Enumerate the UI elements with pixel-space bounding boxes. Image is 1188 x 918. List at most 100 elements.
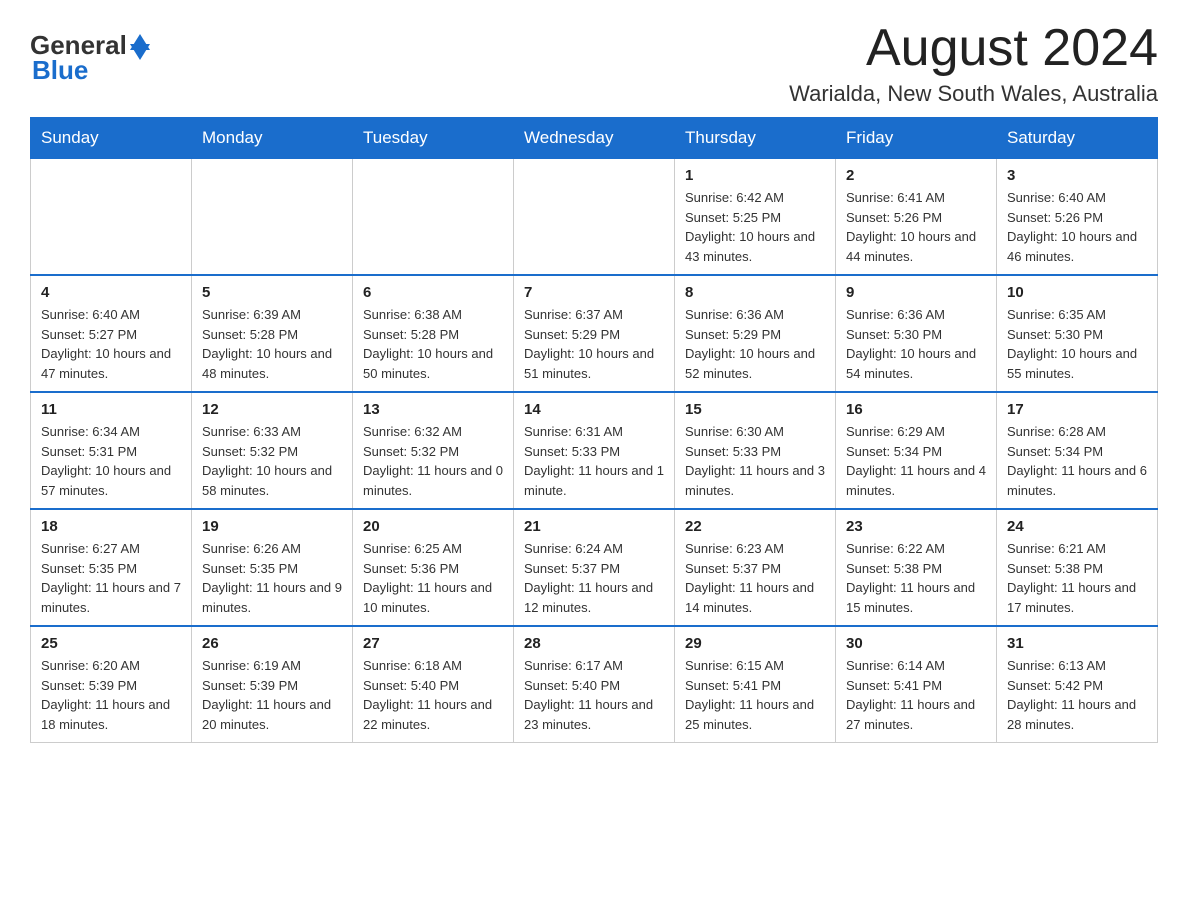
calendar-cell — [514, 159, 675, 276]
calendar-cell: 31 Sunrise: 6:13 AMSunset: 5:42 PMDayligh… — [997, 626, 1158, 743]
day-number: 27 — [363, 635, 503, 652]
location-subtitle: Warialda, New South Wales, Australia — [789, 81, 1158, 107]
day-number: 14 — [524, 401, 664, 418]
calendar-cell: 17Sunrise: 6:28 AMSunset: 5:34 PMDayligh… — [997, 392, 1158, 509]
day-number: 25 — [41, 635, 181, 652]
day-number: 19 — [202, 518, 342, 535]
day-info: Sunrise: 6:23 AMSunset: 5:37 PMDaylight:… — [685, 539, 825, 617]
day-number: 16 — [846, 401, 986, 418]
column-header-saturday: Saturday — [997, 118, 1158, 159]
day-number: 3 — [1007, 167, 1147, 184]
day-number: 12 — [202, 401, 342, 418]
calendar-cell: 10Sunrise: 6:35 AMSunset: 5:30 PMDayligh… — [997, 275, 1158, 392]
day-info: Sunrise: 6:13 AMSunset: 5:42 PMDaylight:… — [1007, 656, 1147, 734]
day-info: Sunrise: 6:40 AMSunset: 5:27 PMDaylight:… — [41, 305, 181, 383]
calendar-body: 1Sunrise: 6:42 AMSunset: 5:25 PMDaylight… — [31, 159, 1158, 743]
day-info: Sunrise: 6:17 AMSunset: 5:40 PMDaylight:… — [524, 656, 664, 734]
day-info: Sunrise: 6:34 AMSunset: 5:31 PMDaylight:… — [41, 422, 181, 500]
calendar-cell: 16Sunrise: 6:29 AMSunset: 5:34 PMDayligh… — [836, 392, 997, 509]
column-header-wednesday: Wednesday — [514, 118, 675, 159]
calendar-cell: 20 Sunrise: 6:25 AMSunset: 5:36 PMDayligh… — [353, 509, 514, 626]
day-number: 5 — [202, 284, 342, 301]
calendar-cell: 22 Sunrise: 6:23 AMSunset: 5:37 PMDayligh… — [675, 509, 836, 626]
calendar-cell: 14 Sunrise: 6:31 AMSunset: 5:33 PMDayligh… — [514, 392, 675, 509]
day-number: 22 — [685, 518, 825, 535]
week-row-4: 18 Sunrise: 6:27 AMSunset: 5:35 PMDayligh… — [31, 509, 1158, 626]
calendar-cell: 5 Sunrise: 6:39 AMSunset: 5:28 PMDaylight… — [192, 275, 353, 392]
calendar-cell: 25 Sunrise: 6:20 AMSunset: 5:39 PMDayligh… — [31, 626, 192, 743]
day-number: 13 — [363, 401, 503, 418]
day-info: Sunrise: 6:36 AMSunset: 5:30 PMDaylight:… — [846, 305, 986, 383]
calendar-cell: 21 Sunrise: 6:24 AMSunset: 5:37 PMDayligh… — [514, 509, 675, 626]
calendar-header-row: SundayMondayTuesdayWednesdayThursdayFrid… — [31, 118, 1158, 159]
column-header-sunday: Sunday — [31, 118, 192, 159]
day-info: Sunrise: 6:15 AMSunset: 5:41 PMDaylight:… — [685, 656, 825, 734]
day-number: 18 — [41, 518, 181, 535]
day-number: 30 — [846, 635, 986, 652]
week-row-2: 4 Sunrise: 6:40 AMSunset: 5:27 PMDaylight… — [31, 275, 1158, 392]
month-title: August 2024 — [789, 20, 1158, 77]
day-info: Sunrise: 6:24 AMSunset: 5:37 PMDaylight:… — [524, 539, 664, 617]
column-header-monday: Monday — [192, 118, 353, 159]
calendar-cell: 9 Sunrise: 6:36 AMSunset: 5:30 PMDaylight… — [836, 275, 997, 392]
day-number: 9 — [846, 284, 986, 301]
day-info: Sunrise: 6:32 AMSunset: 5:32 PMDaylight:… — [363, 422, 503, 500]
day-info: Sunrise: 6:33 AMSunset: 5:32 PMDaylight:… — [202, 422, 342, 500]
calendar-cell: 2 Sunrise: 6:41 AMSunset: 5:26 PMDaylight… — [836, 159, 997, 276]
calendar-cell: 28 Sunrise: 6:17 AMSunset: 5:40 PMDayligh… — [514, 626, 675, 743]
calendar-cell: 24Sunrise: 6:21 AMSunset: 5:38 PMDayligh… — [997, 509, 1158, 626]
calendar-cell: 3Sunrise: 6:40 AMSunset: 5:26 PMDaylight… — [997, 159, 1158, 276]
day-info: Sunrise: 6:38 AMSunset: 5:28 PMDaylight:… — [363, 305, 503, 383]
calendar-cell: 11 Sunrise: 6:34 AMSunset: 5:31 PMDayligh… — [31, 392, 192, 509]
calendar-cell: 6 Sunrise: 6:38 AMSunset: 5:28 PMDaylight… — [353, 275, 514, 392]
day-number: 4 — [41, 284, 181, 301]
calendar-cell: 12 Sunrise: 6:33 AMSunset: 5:32 PMDayligh… — [192, 392, 353, 509]
calendar-cell — [31, 159, 192, 276]
day-info: Sunrise: 6:35 AMSunset: 5:30 PMDaylight:… — [1007, 305, 1147, 383]
calendar-cell: 29 Sunrise: 6:15 AMSunset: 5:41 PMDayligh… — [675, 626, 836, 743]
page-header: General Blue August 2024 Warialda, New S… — [30, 20, 1158, 107]
day-info: Sunrise: 6:22 AMSunset: 5:38 PMDaylight:… — [846, 539, 986, 617]
day-number: 7 — [524, 284, 664, 301]
day-info: Sunrise: 6:41 AMSunset: 5:26 PMDaylight:… — [846, 188, 986, 266]
logo: General Blue — [30, 30, 150, 86]
day-number: 6 — [363, 284, 503, 301]
day-info: Sunrise: 6:39 AMSunset: 5:28 PMDaylight:… — [202, 305, 342, 383]
column-header-thursday: Thursday — [675, 118, 836, 159]
day-info: Sunrise: 6:25 AMSunset: 5:36 PMDaylight:… — [363, 539, 503, 617]
day-info: Sunrise: 6:18 AMSunset: 5:40 PMDaylight:… — [363, 656, 503, 734]
day-number: 20 — [363, 518, 503, 535]
calendar-cell: 7 Sunrise: 6:37 AMSunset: 5:29 PMDaylight… — [514, 275, 675, 392]
week-row-3: 11 Sunrise: 6:34 AMSunset: 5:31 PMDayligh… — [31, 392, 1158, 509]
column-header-tuesday: Tuesday — [353, 118, 514, 159]
calendar-cell: 30Sunrise: 6:14 AMSunset: 5:41 PMDayligh… — [836, 626, 997, 743]
day-info: Sunrise: 6:21 AMSunset: 5:38 PMDaylight:… — [1007, 539, 1147, 617]
day-number: 21 — [524, 518, 664, 535]
calendar-cell — [192, 159, 353, 276]
day-number: 31 — [1007, 635, 1147, 652]
day-info: Sunrise: 6:31 AMSunset: 5:33 PMDaylight:… — [524, 422, 664, 500]
day-info: Sunrise: 6:42 AMSunset: 5:25 PMDaylight:… — [685, 188, 825, 266]
day-info: Sunrise: 6:37 AMSunset: 5:29 PMDaylight:… — [524, 305, 664, 383]
day-number: 23 — [846, 518, 986, 535]
day-info: Sunrise: 6:30 AMSunset: 5:33 PMDaylight:… — [685, 422, 825, 500]
calendar-cell: 1Sunrise: 6:42 AMSunset: 5:25 PMDaylight… — [675, 159, 836, 276]
day-info: Sunrise: 6:20 AMSunset: 5:39 PMDaylight:… — [41, 656, 181, 734]
day-number: 11 — [41, 401, 181, 418]
day-number: 26 — [202, 635, 342, 652]
calendar-cell: 4 Sunrise: 6:40 AMSunset: 5:27 PMDaylight… — [31, 275, 192, 392]
day-info: Sunrise: 6:36 AMSunset: 5:29 PMDaylight:… — [685, 305, 825, 383]
day-number: 2 — [846, 167, 986, 184]
week-row-5: 25 Sunrise: 6:20 AMSunset: 5:39 PMDayligh… — [31, 626, 1158, 743]
day-info: Sunrise: 6:27 AMSunset: 5:35 PMDaylight:… — [41, 539, 181, 617]
calendar-cell: 13 Sunrise: 6:32 AMSunset: 5:32 PMDayligh… — [353, 392, 514, 509]
day-number: 17 — [1007, 401, 1147, 418]
calendar-cell: 27 Sunrise: 6:18 AMSunset: 5:40 PMDayligh… — [353, 626, 514, 743]
day-number: 8 — [685, 284, 825, 301]
calendar-cell: 15Sunrise: 6:30 AMSunset: 5:33 PMDayligh… — [675, 392, 836, 509]
day-number: 28 — [524, 635, 664, 652]
logo-blue: Blue — [32, 55, 88, 86]
calendar-cell: 26Sunrise: 6:19 AMSunset: 5:39 PMDayligh… — [192, 626, 353, 743]
calendar-cell: 19Sunrise: 6:26 AMSunset: 5:35 PMDayligh… — [192, 509, 353, 626]
day-number: 29 — [685, 635, 825, 652]
